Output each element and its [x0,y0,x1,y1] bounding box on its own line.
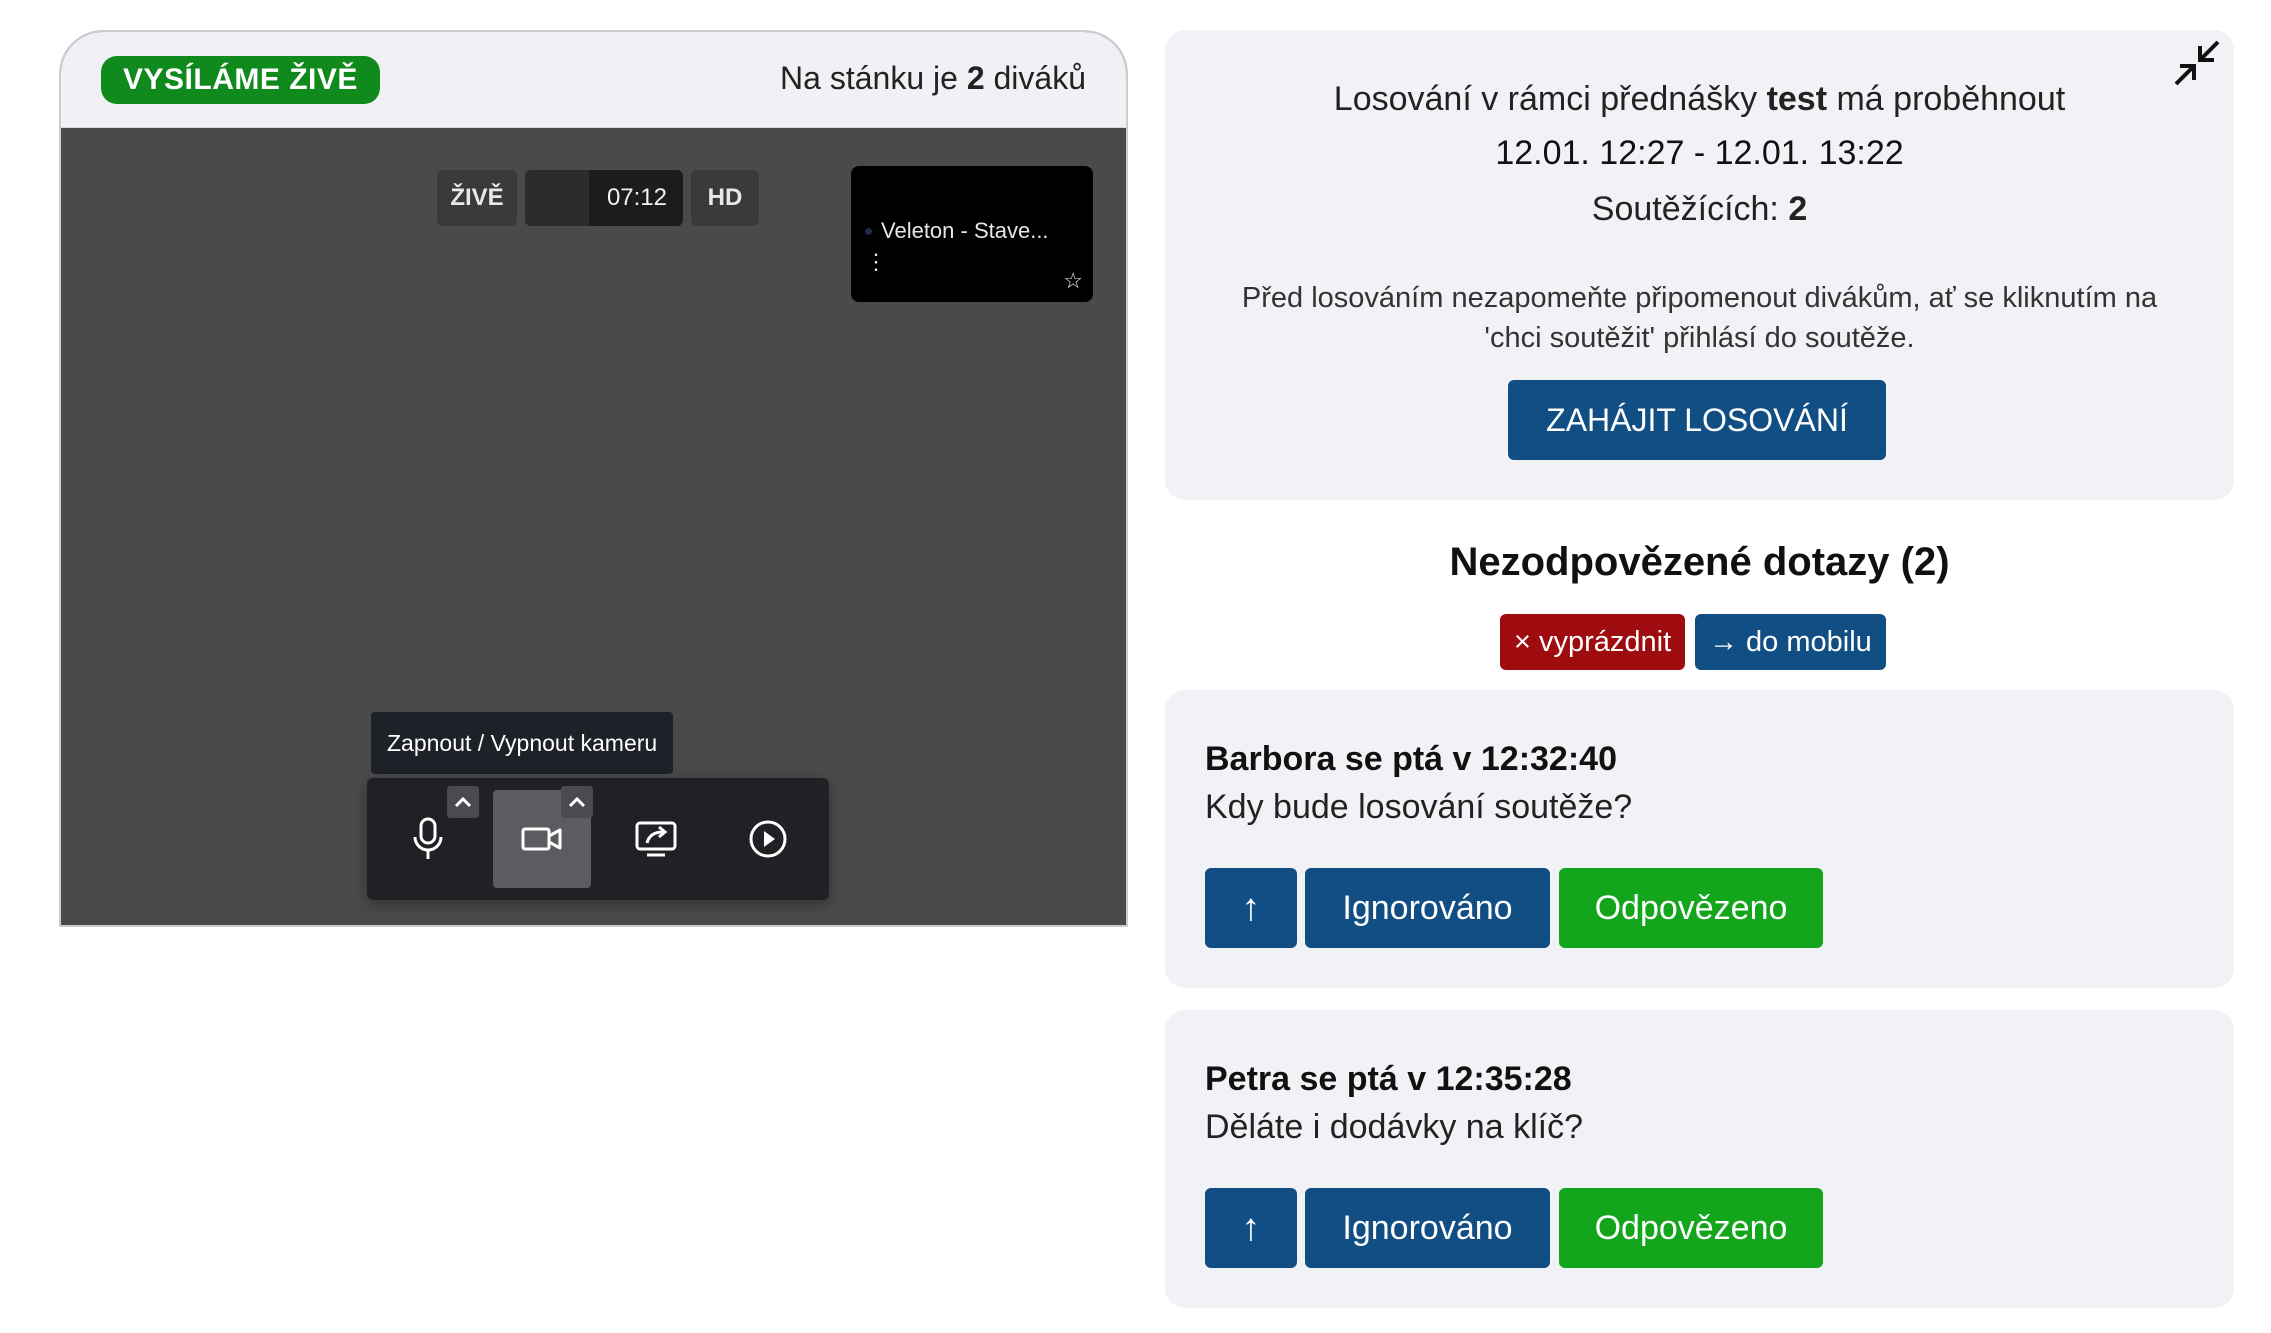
clear-questions-button[interactable]: × vyprázdnit [1500,614,1686,670]
player-live-chip: ŽIVĚ [437,170,517,226]
timer-progress-block [525,170,589,226]
question-text: Děláte i dodávky na klíč? [1205,1108,1583,1146]
lottery-time-range: 12.01. 12:27 - 12.01. 13:22 [1495,134,1904,172]
star-icon[interactable]: ☆ [1063,268,1083,294]
player-timer: 07:12 [525,170,683,226]
live-badge: VYSÍLÁME ŽIVĚ [101,56,380,104]
media-control-bar [367,778,829,900]
lottery-suffix: má proběhnout [1827,80,2066,118]
move-up-button[interactable]: ↑ [1205,868,1297,948]
stream-preview-card[interactable]: Veleton - Stave... ⋮ ☆ [851,166,1093,302]
lottery-prefix: Losování v rámci přednášky [1333,80,1767,118]
lottery-description: Losování v rámci přednášky test má probě… [1165,80,2234,119]
stream-panel: VYSÍLÁME ŽIVĚ Na stánku je 2 diváků ŽIVĚ… [59,30,1128,927]
preview-status-dot [865,228,872,235]
question-text: Kdy bude losování soutěže? [1205,788,1633,826]
timer-value: 07:12 [606,184,667,211]
viewer-count-suffix: diváků [984,60,1087,96]
screen-share-button[interactable] [607,790,705,888]
question-card: Barbora se ptá v 12:32:40 Kdy bude losov… [1165,690,2234,988]
play-button[interactable] [719,790,817,888]
send-to-mobile-button[interactable]: → do mobilu [1695,614,1886,670]
unanswered-questions-heading: Nezodpovězené dotazy (2) [1449,540,1950,584]
ignore-button[interactable]: Ignorováno [1305,1188,1550,1268]
microphone-icon [413,817,443,859]
video-area[interactable]: ŽIVĚ 07:12 HD Veleton - Stave... ⋮ ☆ Zap… [61,128,1126,925]
move-up-button[interactable]: ↑ [1205,1188,1297,1268]
stream-header: VYSÍLÁME ŽIVĚ Na stánku je 2 diváků [61,32,1126,128]
viewer-count: Na stánku je 2 diváků [780,60,1086,97]
quality-badge[interactable]: HD [691,170,759,226]
chevron-up-icon [454,796,472,808]
chevron-up-icon [568,796,586,808]
answered-button[interactable]: Odpovězeno [1559,1188,1823,1268]
lecture-name: test [1766,80,1828,118]
ignore-button[interactable]: Ignorováno [1305,868,1550,948]
lottery-reminder-note: Před losováním nezapomeňte připomenout d… [1241,282,2158,354]
competitors-number: 2 [1788,190,1808,228]
question-title: Barbora se ptá v 12:32:40 [1205,740,1617,778]
camera-icon [521,827,562,851]
play-circle-icon [749,820,787,858]
competitors-count: Soutěžících: 2 [1165,190,2234,229]
viewer-count-number: 2 [966,60,985,96]
answered-button[interactable]: Odpovězeno [1559,868,1823,948]
start-lottery-button[interactable]: ZAHÁJIT LOSOVÁNÍ [1508,380,1886,460]
more-vertical-icon[interactable]: ⋮ [865,251,887,273]
lottery-card: Losování v rámci přednášky test má probě… [1165,30,2234,500]
viewer-count-prefix: Na stánku je [780,60,967,96]
preview-title: Veleton - Stave... [881,218,1049,243]
screen-share-icon [635,821,677,857]
microphone-options-button[interactable] [447,786,479,818]
camera-options-button[interactable] [561,786,593,818]
question-title: Petra se ptá v 12:35:28 [1205,1060,1572,1098]
camera-tooltip: Zapnout / Vypnout kameru [371,712,674,774]
question-card: Petra se ptá v 12:35:28 Děláte i dodávky… [1165,1010,2234,1308]
competitors-label: Soutěžících: [1591,190,1789,228]
